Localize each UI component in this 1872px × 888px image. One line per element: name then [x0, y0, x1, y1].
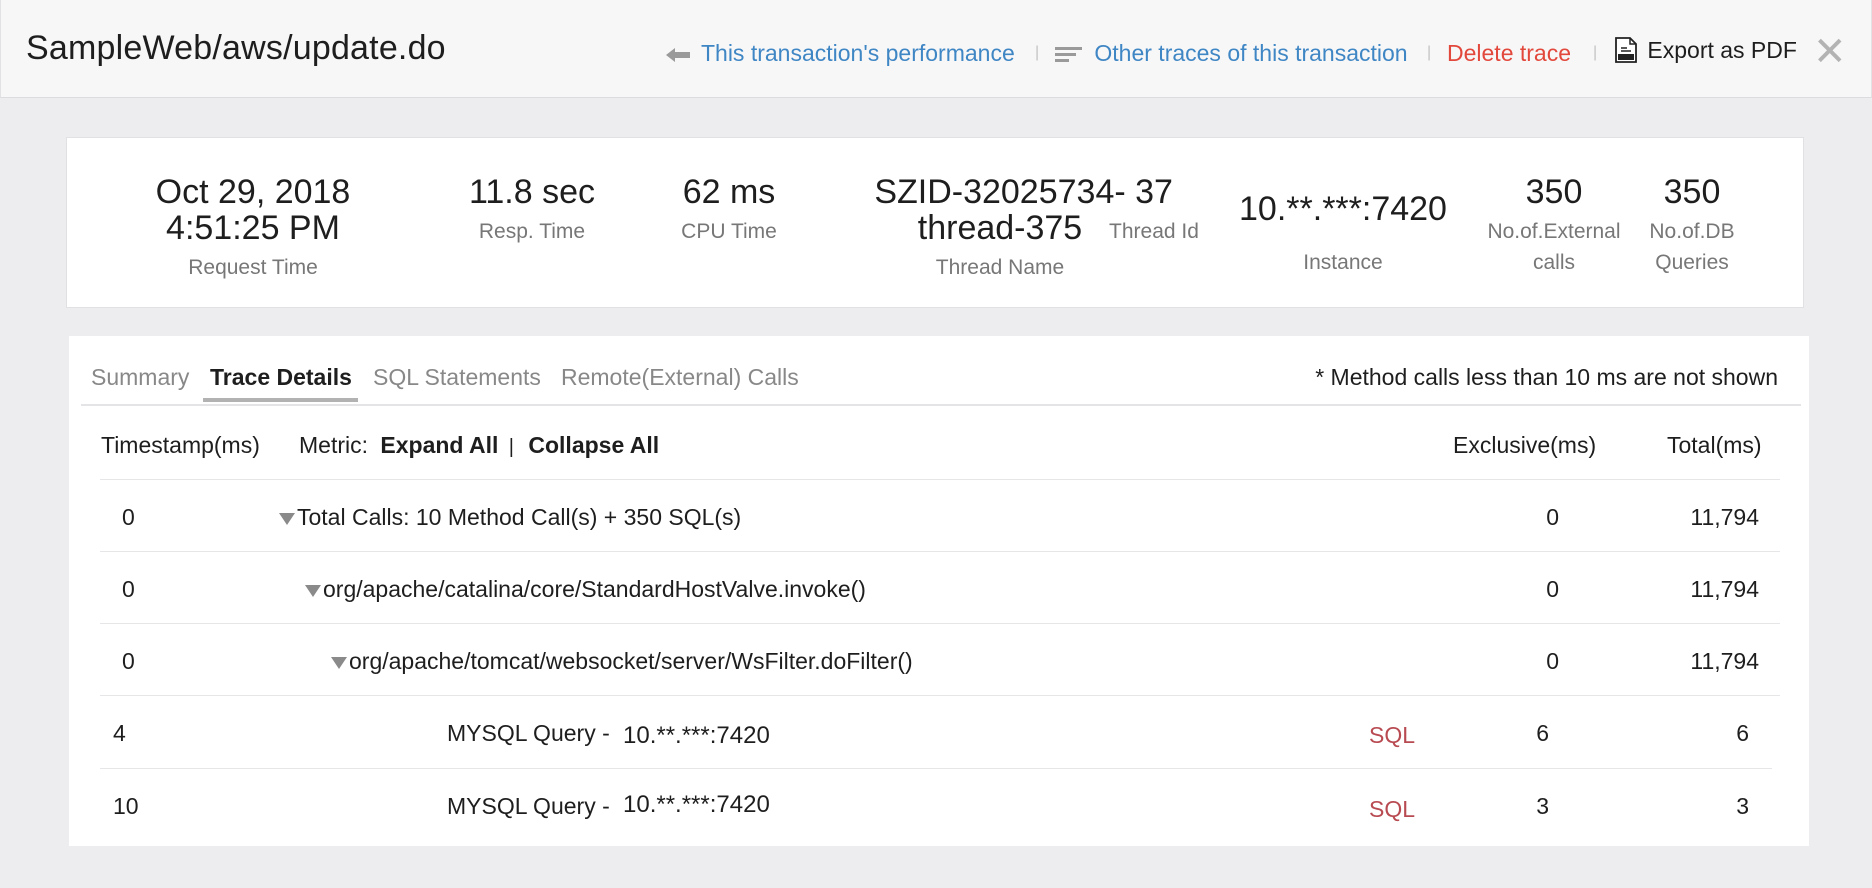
- row-host: 10.**.***:7420: [623, 791, 770, 818]
- stat-db-queries: 350 No.of.DB Queries: [1627, 174, 1757, 278]
- header-divider: |: [508, 436, 514, 458]
- row-metric-label: org/apache/tomcat/websocket/server/WsFil…: [349, 648, 913, 674]
- stat-label: calls: [1532, 251, 1575, 274]
- row-exclusive: 0: [1546, 504, 1559, 530]
- trace-header: SampleWeb/aws/update.do This transaction…: [0, 0, 1872, 98]
- row-exclusive: 0: [1546, 576, 1559, 602]
- stat-value: 11.8 sec: [468, 173, 595, 211]
- stat-resp-time: 11.8 sec Resp. Time: [452, 174, 612, 247]
- header-separator: |: [1427, 44, 1432, 61]
- stat-label: Thread Name: [935, 256, 1065, 279]
- stat-label: No.of.DB: [1649, 220, 1735, 243]
- stat-value: 37: [1135, 173, 1173, 211]
- stat-value: Oct 29, 2018: [155, 173, 351, 211]
- row-divider: [100, 623, 1780, 624]
- row-metric-label: org/apache/catalina/core/StandardHostVal…: [323, 576, 866, 602]
- row-metric: MYSQL Query -: [447, 793, 610, 819]
- row-metric: org/apache/tomcat/websocket/server/WsFil…: [331, 648, 913, 675]
- other-traces-link[interactable]: Other traces of this transaction: [1055, 40, 1408, 67]
- back-arrow-icon: [665, 40, 701, 66]
- sql-link[interactable]: SQL: [1369, 796, 1415, 823]
- method-calls-note: * Method calls less than 10 ms are not s…: [1315, 364, 1778, 390]
- collapse-triangle-icon[interactable]: [305, 584, 321, 597]
- delete-trace-link[interactable]: Delete trace: [1447, 40, 1571, 67]
- export-pdf-label: Export as PDF: [1647, 37, 1797, 63]
- stat-label: CPU Time: [681, 220, 777, 243]
- collapse-triangle-icon[interactable]: [331, 656, 347, 669]
- row-exclusive: 3: [1536, 793, 1549, 819]
- row-metric: Total Calls: 10 Method Call(s) + 350 SQL…: [279, 504, 741, 531]
- row-divider: [100, 695, 1780, 696]
- row-timestamp: 0: [122, 576, 135, 602]
- stat-thread-id: 37 Thread Id: [1089, 174, 1219, 247]
- stat-label: No.of.External: [1487, 220, 1621, 243]
- collapse-triangle-icon[interactable]: [279, 512, 295, 525]
- row-host: 10.**.***:7420: [623, 722, 770, 749]
- row-divider: [100, 551, 1780, 552]
- column-header-total: Total(ms): [1667, 432, 1762, 458]
- row-total: 11,794: [1690, 648, 1759, 674]
- list-lines-icon: [1055, 40, 1094, 66]
- stat-label: Thread Id: [1109, 220, 1199, 243]
- transaction-performance-label: This transaction's performance: [700, 40, 1015, 66]
- other-traces-label: Other traces of this transaction: [1094, 40, 1408, 66]
- tab-divider: [81, 404, 1801, 406]
- stat-value: 62 ms: [682, 173, 776, 211]
- stat-instance: 10.**.***:7420 Instance: [1238, 191, 1448, 278]
- stat-value: 10.**.***:7420: [1239, 190, 1447, 228]
- tab-sql-statements[interactable]: SQL Statements: [373, 364, 541, 391]
- row-divider: [100, 479, 1780, 480]
- stat-label: Request Time: [188, 256, 318, 279]
- column-header-metric: Metric: Expand All | Collapse All: [299, 432, 659, 459]
- stat-value: 350: [1663, 173, 1721, 211]
- row-timestamp: 0: [122, 504, 135, 530]
- export-pdf-link[interactable]: Export as PDF: [1615, 37, 1797, 64]
- row-metric: MYSQL Query -: [447, 720, 610, 746]
- expand-all-button[interactable]: Expand All: [380, 432, 498, 458]
- pdf-icon: [1615, 37, 1647, 63]
- row-divider: [100, 768, 1772, 769]
- trace-details-panel: Summary Trace Details SQL Statements Rem…: [69, 336, 1809, 846]
- sql-link[interactable]: SQL: [1369, 722, 1415, 749]
- trace-summary-card: Oct 29, 2018 4:51:25 PM Request Time 11.…: [66, 137, 1804, 308]
- close-icon[interactable]: ✕: [1813, 32, 1847, 72]
- row-total: 3: [1736, 793, 1749, 819]
- header-separator: |: [1035, 44, 1040, 61]
- tab-trace-details[interactable]: Trace Details: [210, 364, 352, 391]
- active-tab-indicator: [203, 398, 358, 402]
- stat-label: Queries: [1655, 251, 1729, 274]
- stat-value: 350: [1525, 173, 1583, 211]
- stat-external-calls: 350 No.of.External calls: [1479, 174, 1629, 278]
- column-header-timestamp: Timestamp(ms): [101, 432, 260, 458]
- row-timestamp: 0: [122, 648, 135, 674]
- page-title: SampleWeb/aws/update.do: [26, 29, 446, 67]
- row-exclusive: 6: [1536, 720, 1549, 746]
- collapse-all-button[interactable]: Collapse All: [528, 432, 659, 458]
- row-metric: org/apache/catalina/core/StandardHostVal…: [305, 576, 866, 603]
- column-header-exclusive: Exclusive(ms): [1453, 432, 1597, 458]
- row-total: 11,794: [1690, 504, 1759, 530]
- row-exclusive: 0: [1546, 648, 1559, 674]
- tab-summary[interactable]: Summary: [91, 364, 189, 391]
- tab-remote-calls[interactable]: Remote(External) Calls: [561, 364, 799, 391]
- row-timestamp: 10: [113, 793, 139, 819]
- stat-label: Instance: [1303, 251, 1383, 274]
- transaction-performance-link[interactable]: This transaction's performance: [665, 40, 1015, 67]
- stat-value: 4:51:25 PM: [166, 209, 340, 247]
- metric-label: Metric:: [299, 432, 368, 458]
- stat-request-time: Oct 29, 2018 4:51:25 PM Request Time: [143, 174, 363, 283]
- row-timestamp: 4: [113, 720, 126, 746]
- stat-label: Resp. Time: [478, 220, 586, 243]
- stat-cpu-time: 62 ms CPU Time: [659, 174, 799, 247]
- row-metric-label: Total Calls: 10 Method Call(s) + 350 SQL…: [297, 504, 742, 530]
- row-total: 11,794: [1690, 576, 1759, 602]
- header-separator: |: [1593, 44, 1598, 61]
- row-total: 6: [1736, 720, 1749, 746]
